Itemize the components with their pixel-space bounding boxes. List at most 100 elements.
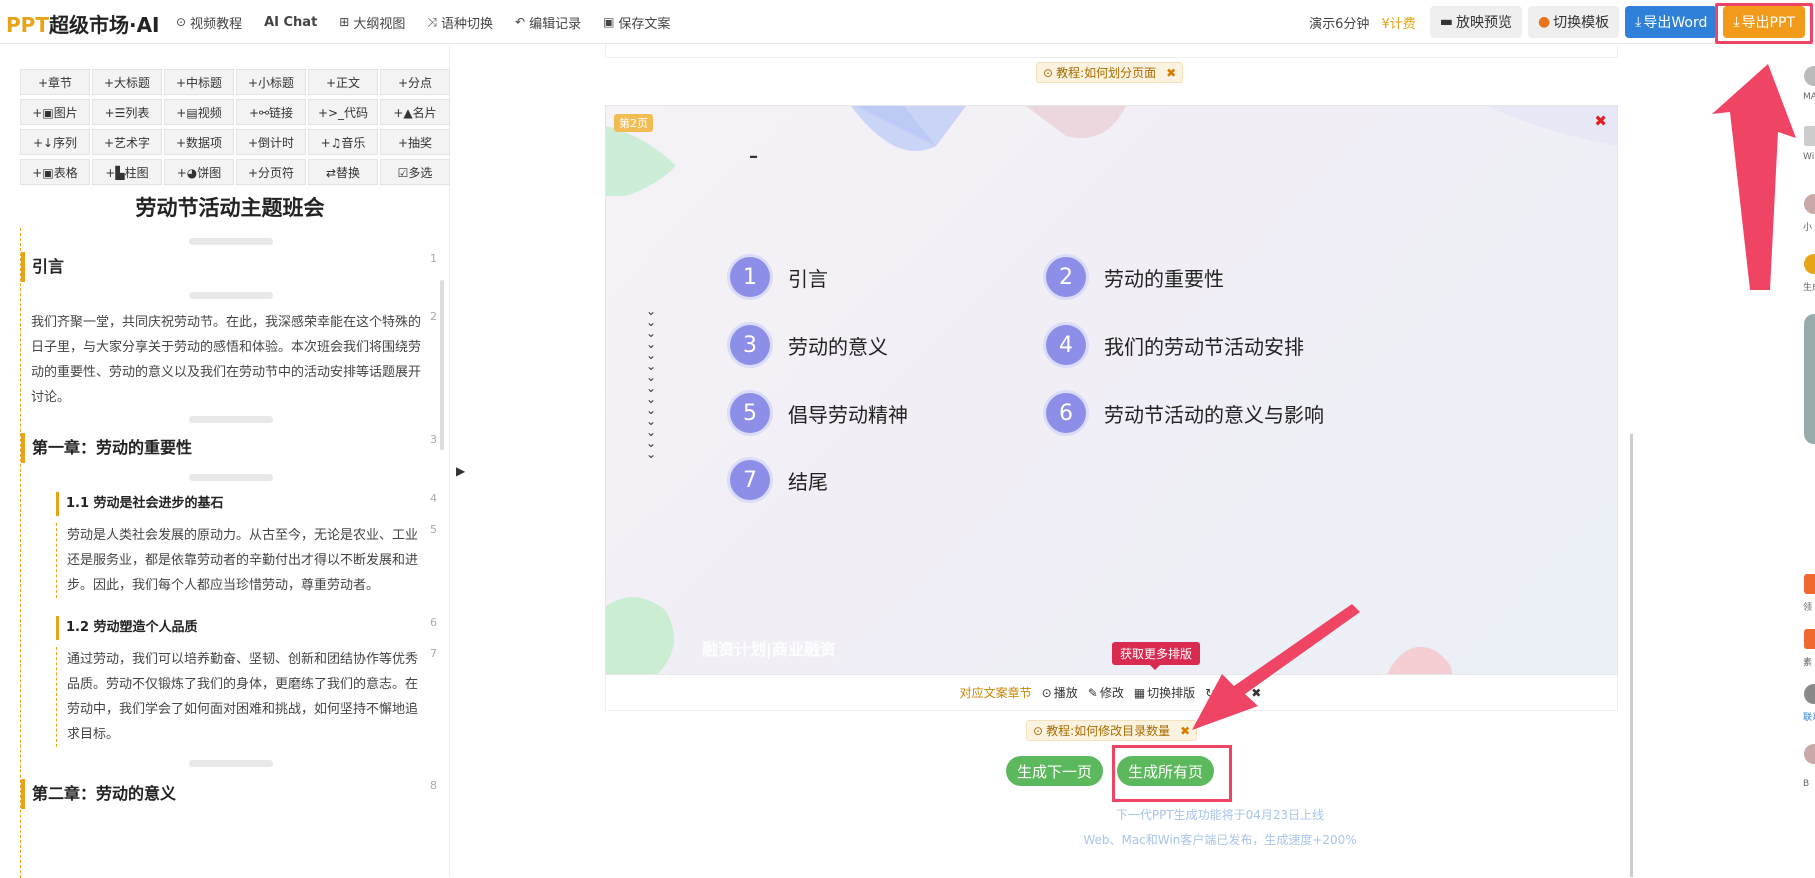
tutorial-split-pages[interactable]: ⊙ 教程:如何划分页面 ✖ (1036, 62, 1184, 83)
action-label: 对应文案章节 (959, 686, 1032, 700)
insert-tool-button[interactable]: +正文 (308, 69, 378, 95)
preview-button[interactable]: ▬ 放映预览 (1429, 6, 1522, 38)
line-number: 4 (430, 492, 437, 505)
paragraph-text[interactable]: 我们齐聚一堂，共同庆祝劳动节。在此，我深感荣幸能在这个特殊的日子里，与大家分享关… (21, 310, 440, 410)
play-icon: ⊙ (1041, 685, 1052, 700)
export-word-button[interactable]: ⤓ 导出Word (1625, 6, 1718, 38)
avatar-stack[interactable] (1804, 314, 1815, 444)
windows-icon[interactable] (1804, 126, 1815, 146)
more-layouts-tooltip[interactable]: 获取更多排版 (1112, 642, 1201, 670)
apple-icon[interactable] (1804, 66, 1815, 86)
insert-tool-button[interactable]: +>_代码 (308, 99, 378, 125)
chapter-heading[interactable]: 引言 (21, 252, 440, 282)
chapter-block[interactable]: 8 第二章：劳动的意义 (21, 779, 440, 809)
map-chapter-link[interactable]: 对应文案章节 (960, 684, 1032, 701)
material-icon[interactable] (1804, 629, 1815, 649)
insert-tool-button[interactable]: +分点 (380, 69, 450, 95)
close-icon[interactable]: ✖ (1180, 724, 1190, 738)
play-button[interactable]: ⊙ 播放 (1042, 684, 1078, 701)
section-grip[interactable] (21, 416, 440, 423)
insert-tool-button[interactable]: +倒计时 (236, 129, 306, 155)
chapter-block[interactable]: 1 引言 (21, 252, 440, 282)
switch-template-button[interactable]: ● 切换模板 (1527, 6, 1620, 38)
insert-tool-button[interactable]: +分页符 (236, 159, 306, 185)
avatar[interactable] (1804, 744, 1815, 764)
nav-edit-history[interactable]: ↶ 编辑记录 (515, 13, 581, 32)
switch-layout-button[interactable]: ▦ 切换排版 (1134, 684, 1195, 701)
chapter-heading[interactable]: 第一章：劳动的重要性 (21, 433, 440, 463)
insert-tool-button[interactable]: +▙柱图 (92, 159, 162, 185)
rail-label: 素 (1803, 658, 1813, 668)
slide-preview[interactable]: 第2页 ✖ – ⌄ ⌄ ⌄ ⌄ ⌄ ⌄ ⌄ ⌄ ⌄ ⌄ ⌄ ⌄ ⌄ ⌄ 1 引言 2 劳动的重要性 3 劳动的意义 4… (605, 105, 1618, 675)
editor-scrollbar[interactable] (440, 280, 444, 450)
close-icon[interactable]: ✖ (1166, 66, 1176, 80)
insert-tool-button[interactable]: ⇄替换 (308, 159, 378, 185)
preview-label: 放映预览 (1455, 15, 1512, 31)
insert-tool-button[interactable]: +↓序列 (20, 129, 90, 155)
drag-handle[interactable] (189, 238, 273, 245)
insert-tool-button[interactable]: +小标题 (236, 69, 306, 95)
drag-handle[interactable] (189, 474, 273, 481)
nav-outline-view[interactable]: ⊞ 大纲视图 (339, 13, 405, 32)
paragraph-text[interactable]: 通过劳动，我们可以培养勤奋、坚韧、创新和团结协作等优秀品质。劳动不仅锻炼了我们的… (56, 647, 440, 747)
insert-tool-button[interactable]: ☑多选 (380, 159, 450, 185)
document-title[interactable]: 劳动节活动主题班会 (0, 192, 460, 222)
subheading-block[interactable]: 6 1.2 劳动塑造个人品质 (21, 616, 440, 640)
subheading-block[interactable]: 4 1.1 劳动是社会进步的基石 (21, 492, 440, 516)
section-grip[interactable] (21, 292, 440, 299)
main-scrollbar[interactable] (1630, 434, 1633, 877)
nav-ai-chat[interactable]: AI Chat (264, 15, 317, 30)
generate-next-button[interactable]: 生成下一页 (1006, 756, 1104, 786)
release-note: 下一代PPT生成功能将于04月23日上线 (1115, 808, 1325, 822)
insert-tool-button[interactable]: +▣图片 (20, 99, 90, 125)
insert-tool-button[interactable]: +▣表格 (20, 159, 90, 185)
insert-tool-button[interactable]: +大标题 (92, 69, 162, 95)
subheading[interactable]: 1.1 劳动是社会进步的基石 (56, 492, 426, 516)
paragraph-block[interactable]: 5 劳动是人类社会发展的原动力。从古至今，无论是农业、工业还是服务业，都是依靠劳… (21, 523, 440, 598)
line-number: 3 (430, 433, 437, 446)
insert-tool-button[interactable]: +♫音乐 (308, 129, 378, 155)
insert-tool-button[interactable]: +▲名片 (380, 99, 450, 125)
nav-language-switch[interactable]: ⤨ 语种切换 (427, 13, 493, 32)
nav-save-copy[interactable]: ▣ 保存文案 (603, 13, 670, 32)
mini-program-icon[interactable] (1804, 194, 1815, 214)
edit-button[interactable]: ✎ 修改 (1088, 684, 1124, 701)
chapter-block[interactable]: 3 第一章：劳动的重要性 (21, 433, 440, 463)
decor-shapes (606, 106, 1617, 674)
drag-handle[interactable] (189, 760, 273, 767)
chapter-heading[interactable]: 第二章：劳动的意义 (21, 779, 440, 809)
insert-tool-button[interactable]: +☰列表 (92, 99, 162, 125)
headset-icon[interactable] (1804, 684, 1815, 704)
insert-tool-button[interactable]: +▤视频 (164, 99, 234, 125)
refresh-icon: ↻ (1205, 685, 1216, 700)
subheading[interactable]: 1.2 劳动塑造个人品质 (56, 616, 426, 640)
insert-tool-button[interactable]: +◕饼图 (164, 159, 234, 185)
chevron-column: ⌄ ⌄ ⌄ ⌄ ⌄ ⌄ ⌄ ⌄ ⌄ ⌄ ⌄ ⌄ ⌄ ⌄ (644, 305, 658, 460)
nav-label: 视频教程 (190, 16, 243, 32)
drag-handle[interactable] (189, 416, 273, 423)
insert-tool-button[interactable]: +⚯链接 (236, 99, 306, 125)
section-grip[interactable] (21, 760, 440, 767)
app-logo[interactable]: PPT超级市场·AI (6, 9, 160, 38)
paragraph-block[interactable]: 7 通过劳动，我们可以培养勤奋、坚韧、创新和团结协作等优秀品质。劳动不仅锻炼了我… (21, 647, 440, 747)
insert-tool-button[interactable]: +艺术字 (92, 129, 162, 155)
nav-video-tutorial[interactable]: ⊙ 视频教程 (176, 13, 242, 32)
refresh-button[interactable]: ↻ 刷新 (1205, 684, 1241, 701)
paragraph-block[interactable]: 2 我们齐聚一堂，共同庆祝劳动节。在此，我深感荣幸能在这个特殊的日子里，与大家分… (21, 310, 440, 410)
insert-tool-button[interactable]: +中标题 (164, 69, 234, 95)
tutorial-label: 教程:如何划分页面 (1056, 66, 1157, 80)
generate-icon[interactable] (1804, 254, 1815, 274)
insert-tool-button[interactable]: +章节 (20, 69, 90, 95)
insert-tool-button[interactable]: +抽奖 (380, 129, 450, 155)
drag-handle[interactable] (189, 292, 273, 299)
insert-tool-button[interactable]: +数据项 (164, 129, 234, 155)
gift-icon[interactable] (1804, 574, 1815, 594)
nav-label: 语种切换 (440, 16, 493, 32)
section-grip[interactable] (21, 474, 440, 481)
tutorial-toc-count[interactable]: ⊙ 教程:如何修改目录数量 ✖ (1026, 720, 1198, 741)
paragraph-text[interactable]: 劳动是人类社会发展的原动力。从古至今，无论是农业、工业还是服务业，都是依靠劳动者… (56, 523, 440, 598)
delete-slide-icon[interactable]: ✖ (1594, 112, 1607, 130)
delete-button[interactable]: ✖ (1251, 686, 1263, 700)
section-grip[interactable] (21, 238, 440, 245)
billing-link[interactable]: ¥计费 (1381, 13, 1415, 32)
